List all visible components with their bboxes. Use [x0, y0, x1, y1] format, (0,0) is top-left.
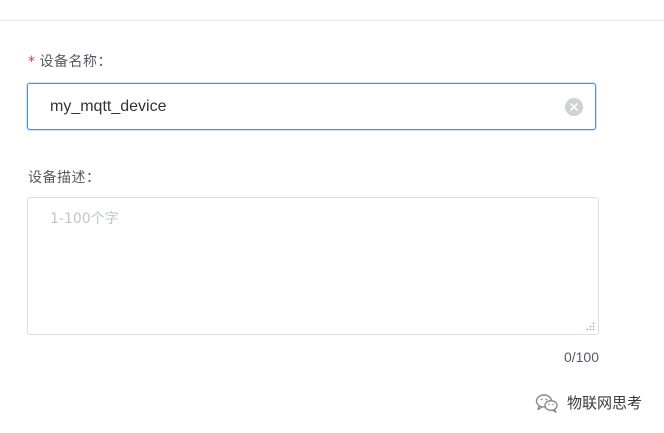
device-name-label-text: 设备名称： [39, 54, 112, 70]
required-mark: * [28, 54, 36, 70]
device-description-textarea[interactable] [28, 198, 598, 334]
description-char-counter: 0/100 [563, 349, 599, 365]
watermark-text: 物联网思考 [566, 394, 642, 412]
device-description-label: 设备描述： [28, 170, 101, 186]
resize-handle-icon[interactable] [585, 321, 595, 331]
device-form-page: *设备名称： 设备描述： 0/100 [0, 0, 664, 433]
watermark: 物联网思考 [535, 392, 642, 413]
wechat-icon [535, 393, 558, 413]
device-name-input[interactable] [28, 84, 558, 129]
device-description-field[interactable] [27, 197, 599, 335]
device-name-label: * 设备名称： [28, 51, 112, 71]
clear-input-icon[interactable] [565, 98, 583, 116]
top-divider [0, 20, 664, 21]
device-name-field[interactable] [27, 83, 596, 130]
